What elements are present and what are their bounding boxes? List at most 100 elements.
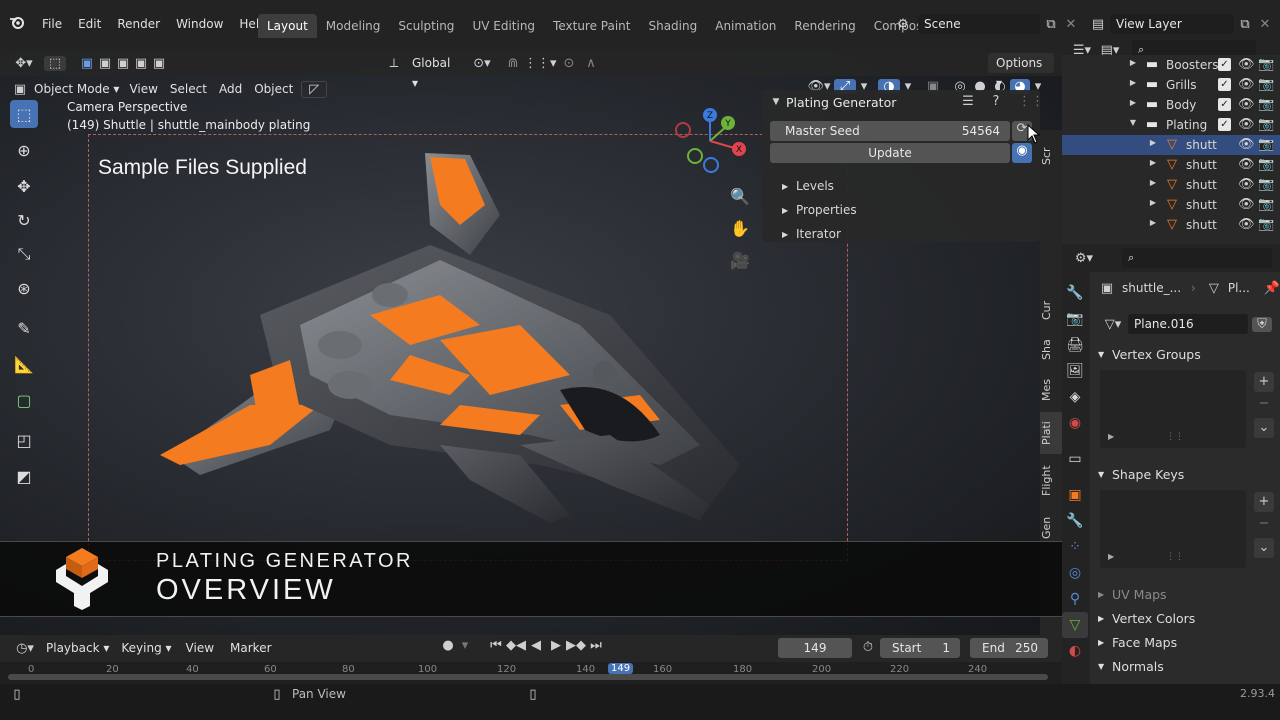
render-camera-icon[interactable]: 📷 bbox=[1258, 97, 1274, 112]
modifier-tab-icon[interactable]: 🔧 bbox=[1062, 508, 1088, 534]
blender-logo-icon[interactable] bbox=[0, 15, 34, 33]
exclude-checkbox[interactable]: ✓ bbox=[1218, 58, 1231, 71]
timeline-editor-icon[interactable]: ◷▾ bbox=[10, 641, 40, 656]
frame-clock-icon[interactable]: ⏱ bbox=[858, 640, 878, 655]
pan-hand-icon[interactable]: ✋ bbox=[726, 214, 754, 242]
list-icon[interactable]: ☰ bbox=[960, 94, 976, 109]
render-camera-icon[interactable]: 📷 bbox=[1258, 57, 1274, 72]
render-camera-icon[interactable]: 📷 bbox=[1258, 197, 1274, 212]
panel-header[interactable]: ▼ Normals bbox=[1090, 654, 1280, 678]
select-mode-subtract-icon[interactable]: ▣ bbox=[114, 56, 132, 71]
snap-icon[interactable]: ⋒ bbox=[502, 56, 524, 71]
side-tab-flight[interactable]: Flight bbox=[1040, 456, 1062, 506]
render-camera-icon[interactable]: 📷 bbox=[1258, 217, 1274, 232]
side-tab-mes[interactable]: Mes bbox=[1040, 370, 1062, 410]
material-tab-icon[interactable]: ◐ bbox=[1062, 638, 1088, 664]
drag-handle-icon[interactable]: ⋮⋮ bbox=[1018, 94, 1044, 109]
measure-tool-icon[interactable]: 📐 bbox=[10, 350, 38, 378]
navigation-gizmo[interactable]: Z Y X bbox=[670, 105, 754, 177]
proportional-edit-icon[interactable]: ⊙ bbox=[558, 56, 580, 71]
update-button[interactable]: Update bbox=[770, 143, 1010, 163]
proportional-falloff-icon[interactable]: ∧ bbox=[580, 56, 602, 71]
add-icon[interactable]: + bbox=[1254, 372, 1274, 392]
timeline-editor[interactable]: ◷▾ Playback ▾ Keying ▾ View Marker ● ▾ ⏮… bbox=[0, 635, 1062, 685]
specials-menu-icon[interactable]: ⌄ bbox=[1254, 538, 1274, 558]
filter-toggle-icon[interactable]: ▶ bbox=[1108, 432, 1114, 441]
timeline-menu-playback[interactable]: Playback ▾ bbox=[40, 636, 115, 660]
particles-tab-icon[interactable]: ⁘ bbox=[1062, 534, 1088, 560]
fake-user-icon[interactable]: ⛨ bbox=[1252, 316, 1272, 332]
menu-window[interactable]: Window bbox=[168, 12, 231, 36]
menu-render[interactable]: Render bbox=[109, 12, 168, 36]
tab-modeling[interactable]: Modeling bbox=[317, 14, 390, 38]
outliner-row[interactable]: ▶ ▽ shutt 👁 📷 bbox=[1062, 195, 1280, 215]
collapsed-arrow-icon[interactable]: ▶ bbox=[1128, 98, 1138, 107]
transform-orientation-dropdown[interactable]: Global ▾ bbox=[404, 53, 468, 90]
scene-name-field[interactable]: Scene bbox=[918, 14, 1040, 34]
collapsed-arrow-icon[interactable]: ▶ bbox=[1148, 178, 1158, 187]
select-tool-icon[interactable]: ⬚ bbox=[10, 100, 38, 128]
specials-menu-icon[interactable]: ⌄ bbox=[1254, 418, 1274, 438]
auto-keying-icon[interactable]: ● bbox=[438, 638, 458, 653]
collapsed-arrow-icon[interactable]: ▶ bbox=[1148, 198, 1158, 207]
spaceship-model[interactable] bbox=[140, 145, 760, 525]
end-frame-field[interactable]: End 250 bbox=[970, 638, 1048, 658]
panel-header[interactable]: ▶ Vertex Colors bbox=[1090, 606, 1280, 630]
tool-extra-2-icon[interactable]: ◩ bbox=[10, 462, 38, 490]
tool-tab-icon[interactable]: 🔧 bbox=[1062, 280, 1088, 306]
prev-keyframe-icon[interactable]: ◆◀ bbox=[506, 638, 526, 653]
collapsed-arrow-icon[interactable]: ▶ bbox=[1148, 138, 1158, 147]
scale-tool-icon[interactable]: ⤡ bbox=[10, 240, 38, 268]
properties-editor[interactable]: 🔧 📷 🖨 🖼 ◈ ◉ ▭ ▣ 🔧 ⁘ ◎ ⚲ ▽ ◐ ▣ shuttle_..… bbox=[1062, 272, 1280, 684]
tab-rendering[interactable]: Rendering bbox=[785, 14, 864, 38]
tool-extra-1-icon[interactable]: ◰ bbox=[10, 426, 38, 454]
menu-file[interactable]: File bbox=[34, 12, 70, 36]
visibility-eye-icon[interactable]: 👁 bbox=[1238, 97, 1255, 112]
scene-tab-icon[interactable]: ◈ bbox=[1062, 384, 1088, 410]
playhead[interactable]: 149 bbox=[608, 663, 634, 674]
view-layer-field[interactable]: View Layer bbox=[1110, 14, 1234, 34]
object-tab-icon[interactable]: ▣ bbox=[1062, 482, 1088, 508]
visibility-eye-icon[interactable]: 👁 bbox=[1238, 157, 1255, 172]
snap-target-icon[interactable]: ⋮⋮▾ bbox=[524, 56, 557, 71]
transform-tool-icon[interactable]: ⊛ bbox=[10, 274, 38, 302]
properties-search-field[interactable]: ⌕ bbox=[1122, 248, 1272, 268]
current-frame-field[interactable]: 149 bbox=[778, 638, 852, 658]
outliner-row[interactable]: ▶ ▽ shutt 👁 📷 bbox=[1062, 155, 1280, 175]
outliner-row[interactable]: ▶ ▽ shutt 👁 📷 bbox=[1062, 175, 1280, 195]
tab-shading[interactable]: Shading bbox=[639, 14, 706, 38]
side-tab-cur[interactable]: Cur bbox=[1040, 290, 1062, 330]
options-dropdown[interactable]: Options ▾ bbox=[988, 53, 1054, 90]
section-levels[interactable]: ▶ Levels bbox=[782, 174, 857, 198]
collapsed-arrow-icon[interactable]: ▶ bbox=[1128, 78, 1138, 87]
world-tab-icon[interactable]: ◉ bbox=[1062, 410, 1088, 436]
timeline-menu-marker[interactable]: Marker bbox=[222, 636, 279, 660]
remove-icon[interactable]: − bbox=[1254, 394, 1274, 414]
new-view-layer-icon[interactable]: ⧉ bbox=[1234, 17, 1256, 32]
outliner-row[interactable]: ▶ ▬ Boosters ✓ 👁 📷 bbox=[1062, 55, 1280, 75]
collection-tab-icon[interactable]: ▭ bbox=[1062, 446, 1088, 472]
view-layer-tab-icon[interactable]: 🖼 bbox=[1062, 358, 1088, 384]
visibility-eye-icon[interactable]: 👁 bbox=[1238, 217, 1255, 232]
update-toggle-icon[interactable]: ◉ bbox=[1012, 143, 1032, 163]
side-tab-sha[interactable]: Sha bbox=[1040, 330, 1062, 370]
side-tab-plati[interactable]: Plati bbox=[1040, 412, 1062, 454]
tab-layout[interactable]: Layout bbox=[258, 14, 317, 38]
timeline-menu-keying[interactable]: Keying ▾ bbox=[115, 636, 177, 660]
list-box[interactable]: ⋮⋮ ▶ bbox=[1100, 490, 1246, 568]
select-mode-extend-icon[interactable]: ▣ bbox=[96, 56, 114, 71]
visibility-eye-icon[interactable]: 👁 bbox=[1238, 177, 1255, 192]
exclude-checkbox[interactable]: ✓ bbox=[1218, 118, 1231, 131]
pivot-point-icon[interactable]: ⊙▾ bbox=[468, 56, 496, 71]
move-tool-icon[interactable]: ✥ bbox=[10, 172, 38, 200]
collapsed-arrow-icon[interactable]: ▶ bbox=[1148, 218, 1158, 227]
collapsed-arrow-icon[interactable]: ▶ bbox=[1148, 158, 1158, 167]
delete-view-layer-icon[interactable]: ✕ bbox=[1256, 17, 1274, 32]
panel-header[interactable]: ▶ Face Maps bbox=[1090, 630, 1280, 654]
camera-view-icon[interactable]: 🎥 bbox=[726, 246, 754, 274]
visibility-eye-icon[interactable]: 👁 bbox=[1238, 137, 1255, 152]
zoom-icon[interactable]: 🔍 bbox=[726, 182, 754, 210]
pin-icon[interactable]: 📌 bbox=[1264, 281, 1280, 296]
help-icon[interactable]: ? bbox=[988, 94, 1004, 109]
timeline-scrollbar[interactable] bbox=[8, 674, 1048, 680]
